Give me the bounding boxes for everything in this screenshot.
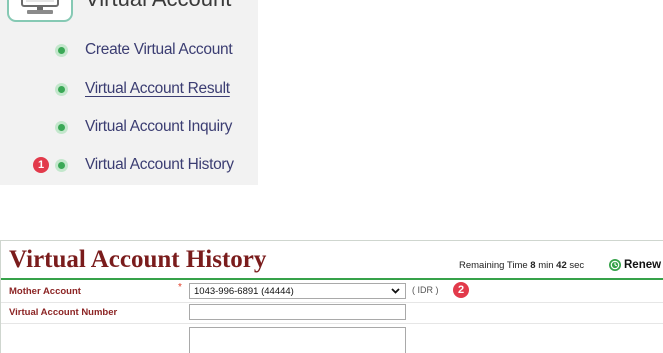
monitor-icon-graphic (21, 0, 59, 14)
virtual-account-history-panel: Virtual Account History Remaining Time 8… (0, 240, 663, 353)
sidebar-item-label: Virtual Account Inquiry (85, 118, 233, 135)
renew-button[interactable]: Renew (609, 258, 661, 272)
bullet-dot (58, 123, 65, 131)
sidebar-item-label: Virtual Account History (85, 156, 234, 173)
required-mark: * (178, 282, 182, 293)
session-timer: Remaining Time 8 min 42 sec (459, 260, 584, 272)
radio-bullet-icon (55, 158, 68, 172)
timer-minutes: 8 (530, 260, 536, 271)
timer-seconds-unit: sec (569, 260, 585, 271)
sidebar-item-virtual-account-history[interactable]: Virtual Account History (55, 156, 250, 174)
bullet-dot (58, 85, 65, 93)
chevron-down-icon (391, 288, 400, 294)
bullet-dot (58, 161, 65, 169)
virtual-account-number-label: Virtual Account Number (9, 307, 118, 318)
sidebar-item-create-virtual-account[interactable]: Create Virtual Account (55, 41, 250, 59)
currency-label: ( IDR ) (412, 285, 439, 295)
radio-bullet-icon (55, 82, 68, 96)
radio-bullet-icon (55, 43, 68, 57)
sidebar-title: Virtual Account (85, 0, 231, 11)
renew-label: Renew (624, 259, 662, 271)
mother-account-select[interactable]: 1043-996-6891 (44444) (189, 283, 406, 299)
header-divider (1, 278, 663, 280)
mother-account-selected-value: 1043-996-6891 (44444) (194, 286, 294, 297)
timer-minutes-unit: min (538, 260, 554, 271)
virtual-account-number-input[interactable] (189, 304, 406, 320)
callout-badge-1: 1 (33, 157, 49, 173)
callout-badge-2: 2 (453, 282, 469, 298)
timer-label: Remaining Time (459, 260, 528, 271)
clock-icon (609, 259, 621, 271)
sidebar-item-virtual-account-result[interactable]: Virtual Account Result (55, 80, 250, 98)
form-row-partial (1, 324, 663, 353)
sidebar-menu-panel: Virtual Account Create Virtual Account V… (0, 0, 258, 185)
bullet-dot (58, 46, 65, 54)
form-row-virtual-account-number: Virtual Account Number (1, 303, 663, 324)
sidebar-item-label: Virtual Account Result (85, 80, 230, 97)
form-row-mother-account: Mother Account * 1043-996-6891 (44444) (… (1, 281, 663, 303)
sidebar-item-virtual-account-inquiry[interactable]: Virtual Account Inquiry (55, 118, 250, 136)
timer-seconds: 42 (556, 260, 567, 271)
mother-account-label: Mother Account (9, 286, 81, 297)
sidebar-item-label: Create Virtual Account (85, 41, 233, 58)
page-title: Virtual Account History (9, 246, 267, 273)
monitor-icon (7, 0, 73, 22)
next-field-input[interactable] (189, 327, 406, 353)
radio-bullet-icon (55, 120, 68, 134)
